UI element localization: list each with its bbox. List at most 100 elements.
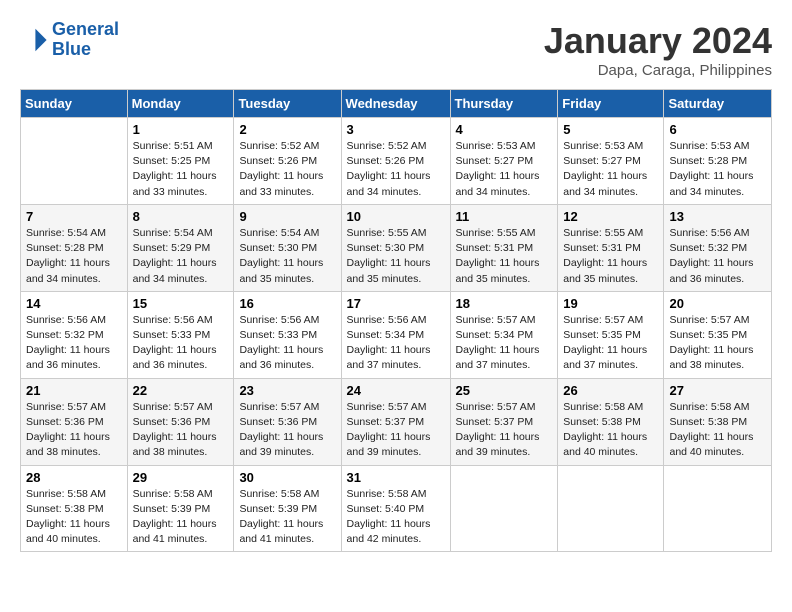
day-number: 15 — [133, 296, 229, 311]
day-info: Sunrise: 5:58 AM Sunset: 5:38 PM Dayligh… — [26, 487, 122, 548]
day-info: Sunrise: 5:58 AM Sunset: 5:39 PM Dayligh… — [239, 487, 335, 548]
day-number: 23 — [239, 383, 335, 398]
calendar-cell — [558, 465, 664, 552]
calendar-cell: 29 Sunrise: 5:58 AM Sunset: 5:39 PM Dayli… — [127, 465, 234, 552]
column-header-friday: Friday — [558, 90, 664, 118]
calendar-cell: 12Sunrise: 5:55 AM Sunset: 5:31 PM Dayli… — [558, 204, 664, 291]
calendar-cell: 24 Sunrise: 5:57 AM Sunset: 5:37 PM Dayli… — [341, 378, 450, 465]
column-header-wednesday: Wednesday — [341, 90, 450, 118]
day-number: 31 — [347, 470, 445, 485]
day-info: Sunrise: 5:52 AM Sunset: 5:26 PM Dayligh… — [239, 139, 335, 200]
calendar-cell: 23 Sunrise: 5:57 AM Sunset: 5:36 PM Dayli… — [234, 378, 341, 465]
column-header-sunday: Sunday — [21, 90, 128, 118]
logo: General Blue — [20, 20, 119, 60]
calendar-cell: 22 Sunrise: 5:57 AM Sunset: 5:36 PM Dayli… — [127, 378, 234, 465]
calendar-week-5: 28Sunrise: 5:58 AM Sunset: 5:38 PM Dayli… — [21, 465, 772, 552]
day-info: Sunrise: 5:54 AM Sunset: 5:30 PM Dayligh… — [239, 226, 335, 287]
logo-icon — [20, 26, 48, 54]
calendar-cell: 8Sunrise: 5:54 AM Sunset: 5:29 PM Daylig… — [127, 204, 234, 291]
day-info: Sunrise: 5:56 AM Sunset: 5:32 PM Dayligh… — [26, 313, 122, 374]
calendar-cell: 5 Sunrise: 5:53 AM Sunset: 5:27 PM Daylig… — [558, 118, 664, 205]
day-number: 17 — [347, 296, 445, 311]
day-number: 1 — [133, 122, 229, 137]
day-info: Sunrise: 5:56 AM Sunset: 5:33 PM Dayligh… — [239, 313, 335, 374]
day-info: Sunrise: 5:54 AM Sunset: 5:29 PM Dayligh… — [133, 226, 229, 287]
day-number: 22 — [133, 383, 229, 398]
column-header-saturday: Saturday — [664, 90, 772, 118]
logo-text: General Blue — [52, 20, 119, 60]
calendar-cell: 1 Sunrise: 5:51 AM Sunset: 5:25 PM Daylig… — [127, 118, 234, 205]
calendar-cell: 3Sunrise: 5:52 AM Sunset: 5:26 PM Daylig… — [341, 118, 450, 205]
calendar-cell: 17 Sunrise: 5:56 AM Sunset: 5:34 PM Dayli… — [341, 291, 450, 378]
calendar-cell: 20 Sunrise: 5:57 AM Sunset: 5:35 PM Dayli… — [664, 291, 772, 378]
day-number: 2 — [239, 122, 335, 137]
day-info: Sunrise: 5:55 AM Sunset: 5:31 PM Dayligh… — [563, 226, 658, 287]
calendar-cell: 28Sunrise: 5:58 AM Sunset: 5:38 PM Dayli… — [21, 465, 128, 552]
day-info: Sunrise: 5:58 AM Sunset: 5:38 PM Dayligh… — [669, 400, 766, 461]
day-info: Sunrise: 5:57 AM Sunset: 5:37 PM Dayligh… — [456, 400, 553, 461]
calendar-cell: 27 Sunrise: 5:58 AM Sunset: 5:38 PM Dayli… — [664, 378, 772, 465]
day-info: Sunrise: 5:58 AM Sunset: 5:40 PM Dayligh… — [347, 487, 445, 548]
day-info: Sunrise: 5:53 AM Sunset: 5:27 PM Dayligh… — [456, 139, 553, 200]
day-info: Sunrise: 5:56 AM Sunset: 5:34 PM Dayligh… — [347, 313, 445, 374]
calendar-cell: 18Sunrise: 5:57 AM Sunset: 5:34 PM Dayli… — [450, 291, 558, 378]
day-number: 10 — [347, 209, 445, 224]
calendar-cell: 6Sunrise: 5:53 AM Sunset: 5:28 PM Daylig… — [664, 118, 772, 205]
day-info: Sunrise: 5:57 AM Sunset: 5:36 PM Dayligh… — [239, 400, 335, 461]
calendar-cell: 7 Sunrise: 5:54 AM Sunset: 5:28 PM Daylig… — [21, 204, 128, 291]
day-info: Sunrise: 5:56 AM Sunset: 5:32 PM Dayligh… — [669, 226, 766, 287]
day-number: 19 — [563, 296, 658, 311]
calendar-cell: 10 Sunrise: 5:55 AM Sunset: 5:30 PM Dayli… — [341, 204, 450, 291]
day-number: 26 — [563, 383, 658, 398]
day-number: 29 — [133, 470, 229, 485]
day-info: Sunrise: 5:51 AM Sunset: 5:25 PM Dayligh… — [133, 139, 229, 200]
calendar-cell: 25 Sunrise: 5:57 AM Sunset: 5:37 PM Dayli… — [450, 378, 558, 465]
day-number: 11 — [456, 209, 553, 224]
day-info: Sunrise: 5:53 AM Sunset: 5:27 PM Dayligh… — [563, 139, 658, 200]
calendar-week-2: 7 Sunrise: 5:54 AM Sunset: 5:28 PM Daylig… — [21, 204, 772, 291]
page-header: General Blue January 2024 Dapa, Caraga, … — [20, 20, 772, 79]
calendar-cell: 2 Sunrise: 5:52 AM Sunset: 5:26 PM Daylig… — [234, 118, 341, 205]
calendar-cell: 14 Sunrise: 5:56 AM Sunset: 5:32 PM Dayli… — [21, 291, 128, 378]
calendar-week-4: 21 Sunrise: 5:57 AM Sunset: 5:36 PM Dayli… — [21, 378, 772, 465]
day-info: Sunrise: 5:57 AM Sunset: 5:36 PM Dayligh… — [26, 400, 122, 461]
title-block: January 2024 Dapa, Caraga, Philippines — [544, 20, 772, 79]
day-number: 25 — [456, 383, 553, 398]
day-number: 20 — [669, 296, 766, 311]
day-info: Sunrise: 5:57 AM Sunset: 5:35 PM Dayligh… — [563, 313, 658, 374]
calendar-cell — [664, 465, 772, 552]
calendar-cell: 19 Sunrise: 5:57 AM Sunset: 5:35 PM Dayli… — [558, 291, 664, 378]
calendar-cell: 4Sunrise: 5:53 AM Sunset: 5:27 PM Daylig… — [450, 118, 558, 205]
calendar-week-3: 14 Sunrise: 5:56 AM Sunset: 5:32 PM Dayli… — [21, 291, 772, 378]
calendar-cell: 11Sunrise: 5:55 AM Sunset: 5:31 PM Dayli… — [450, 204, 558, 291]
day-number: 6 — [669, 122, 766, 137]
day-number: 5 — [563, 122, 658, 137]
day-info: Sunrise: 5:57 AM Sunset: 5:34 PM Dayligh… — [456, 313, 553, 374]
location: Dapa, Caraga, Philippines — [544, 62, 772, 79]
calendar-cell — [21, 118, 128, 205]
calendar-cell: 21 Sunrise: 5:57 AM Sunset: 5:36 PM Dayli… — [21, 378, 128, 465]
day-info: Sunrise: 5:54 AM Sunset: 5:28 PM Dayligh… — [26, 226, 122, 287]
calendar-cell: 16Sunrise: 5:56 AM Sunset: 5:33 PM Dayli… — [234, 291, 341, 378]
day-info: Sunrise: 5:55 AM Sunset: 5:30 PM Dayligh… — [347, 226, 445, 287]
calendar-cell: 15 Sunrise: 5:56 AM Sunset: 5:33 PM Dayli… — [127, 291, 234, 378]
day-info: Sunrise: 5:58 AM Sunset: 5:39 PM Dayligh… — [133, 487, 229, 548]
day-info: Sunrise: 5:57 AM Sunset: 5:37 PM Dayligh… — [347, 400, 445, 461]
logo-line1: General — [52, 19, 119, 39]
day-number: 27 — [669, 383, 766, 398]
day-number: 9 — [239, 209, 335, 224]
calendar-cell: 30Sunrise: 5:58 AM Sunset: 5:39 PM Dayli… — [234, 465, 341, 552]
logo-line2: Blue — [52, 39, 91, 59]
day-info: Sunrise: 5:57 AM Sunset: 5:35 PM Dayligh… — [669, 313, 766, 374]
day-number: 24 — [347, 383, 445, 398]
day-info: Sunrise: 5:57 AM Sunset: 5:36 PM Dayligh… — [133, 400, 229, 461]
day-info: Sunrise: 5:56 AM Sunset: 5:33 PM Dayligh… — [133, 313, 229, 374]
calendar-header-row: SundayMondayTuesdayWednesdayThursdayFrid… — [21, 90, 772, 118]
day-number: 21 — [26, 383, 122, 398]
calendar-cell: 31 Sunrise: 5:58 AM Sunset: 5:40 PM Dayli… — [341, 465, 450, 552]
column-header-thursday: Thursday — [450, 90, 558, 118]
calendar-table: SundayMondayTuesdayWednesdayThursdayFrid… — [20, 89, 772, 552]
day-number: 14 — [26, 296, 122, 311]
month-title: January 2024 — [544, 20, 772, 62]
day-number: 7 — [26, 209, 122, 224]
